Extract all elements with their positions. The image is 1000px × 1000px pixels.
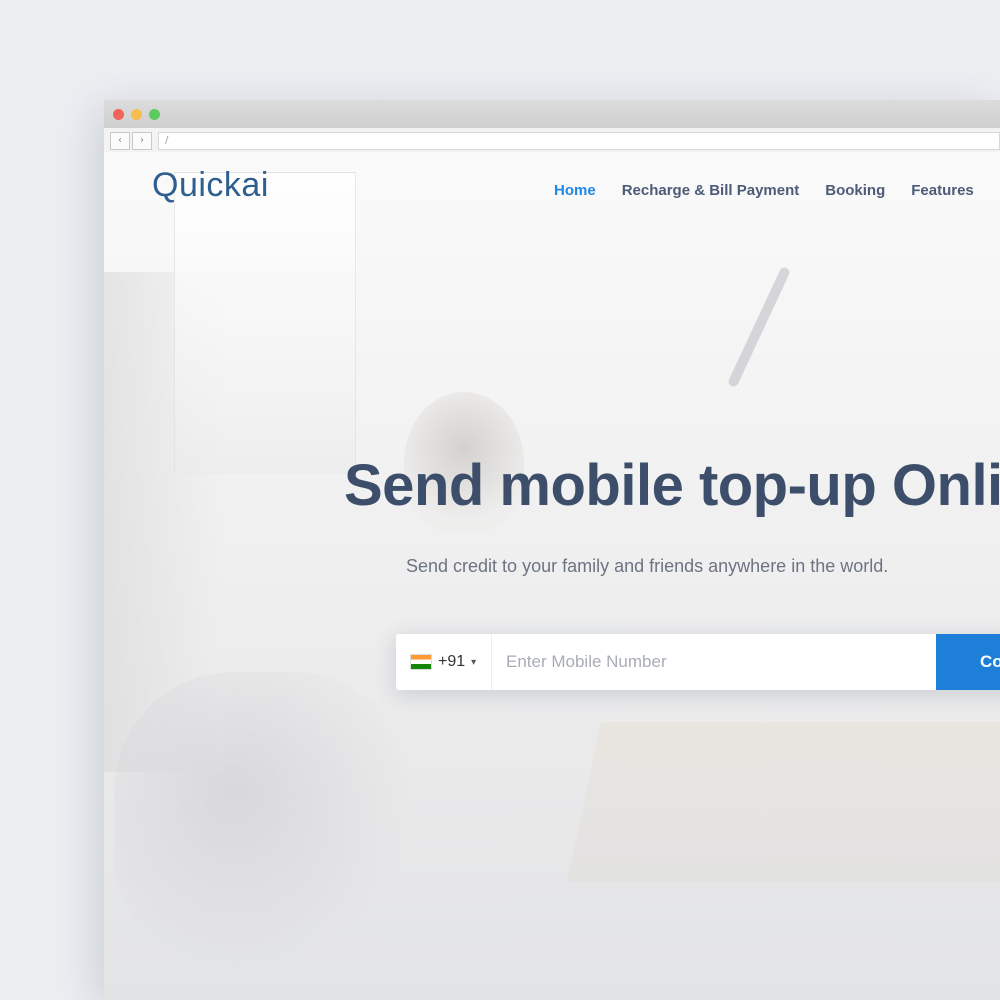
background-photo-object	[726, 265, 792, 389]
main-nav: Home Recharge & Bill Payment Booking Fea…	[554, 182, 974, 199]
back-button[interactable]: ‹	[110, 132, 130, 150]
continue-button[interactable]: Continue	[936, 634, 1000, 690]
close-window-button[interactable]	[113, 109, 124, 120]
site-header: Quickai Home Recharge & Bill Payment Boo…	[104, 152, 1000, 226]
country-code-select[interactable]: +91 ▾	[396, 634, 492, 690]
browser-toolbar: ‹ › /	[104, 128, 1000, 153]
forward-button[interactable]: ›	[132, 132, 152, 150]
site-logo[interactable]: Quickai	[152, 166, 269, 205]
india-flag-icon	[410, 654, 432, 670]
country-code-value: +91	[438, 653, 466, 670]
topup-form: +91 ▾ Continue	[396, 633, 1000, 691]
browser-window: ‹ › / Quickai Home Recharge & Bill Payme…	[104, 100, 1000, 1000]
nav-item-recharge[interactable]: Recharge & Bill Payment	[622, 182, 800, 199]
nav-item-features[interactable]: Features	[911, 182, 974, 199]
browser-titlebar	[104, 100, 1000, 128]
hero-subtitle: Send credit to your family and friends a…	[406, 556, 889, 576]
url-bar[interactable]: /	[158, 132, 1000, 150]
mobile-number-input[interactable]	[492, 633, 936, 691]
hero-title: Send mobile top-up Online	[344, 453, 1000, 518]
webpage: Quickai Home Recharge & Bill Payment Boo…	[104, 152, 1000, 1000]
nav-item-booking[interactable]: Booking	[825, 182, 885, 199]
chevron-down-icon: ▾	[471, 656, 477, 668]
maximize-window-button[interactable]	[149, 109, 160, 120]
nav-item-home[interactable]: Home	[554, 182, 596, 199]
background-photo-chair	[114, 672, 414, 972]
background-photo-table	[566, 722, 1000, 882]
minimize-window-button[interactable]	[131, 109, 142, 120]
